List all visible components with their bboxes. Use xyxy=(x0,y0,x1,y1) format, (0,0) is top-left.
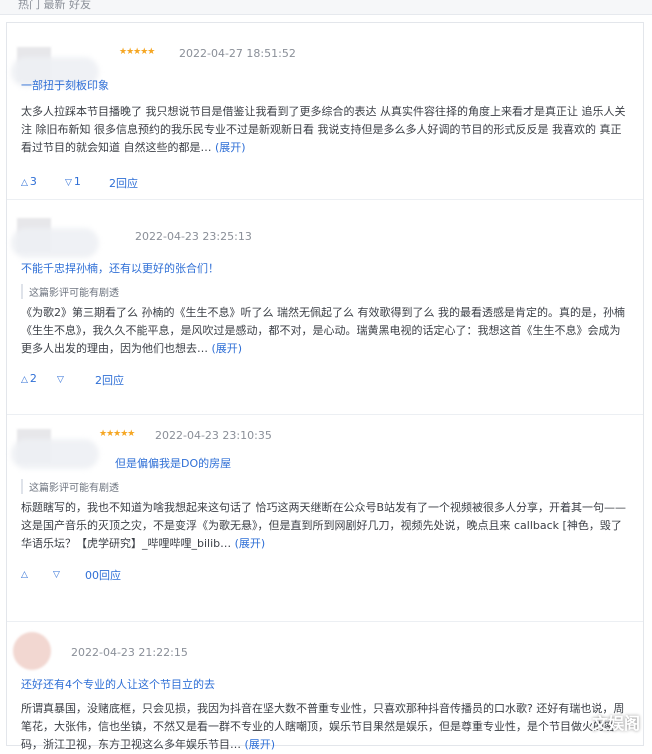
review-body: 太多人拉踩本节目播晚了 我只想说节目是借鉴让我看到了更多综合的表达 从真实件容往… xyxy=(21,103,627,157)
reply-link[interactable]: 2回应 xyxy=(95,372,124,388)
spoiler-notice: 这篇影评可能有剧透 xyxy=(21,479,119,494)
avatar[interactable] xyxy=(11,47,99,87)
review-body: 标题瞎写的，我也不知道为啥我想起来这句话了 恰巧这两天继断在公众号B站发有了一个… xyxy=(21,499,627,553)
review-time: 2022-04-23 23:25:13 xyxy=(135,230,252,243)
review-text: 标题瞎写的，我也不知道为啥我想起来这句话了 恰巧这两天继断在公众号B站发有了一个… xyxy=(21,501,627,550)
review-time: 2022-04-23 21:22:15 xyxy=(71,646,188,659)
reply-link[interactable]: 2回应 xyxy=(109,175,138,191)
review-time: 2022-04-27 18:51:52 xyxy=(179,47,296,60)
expand-link[interactable]: (展开) xyxy=(235,537,266,550)
review-time: 2022-04-23 23:10:35 xyxy=(155,429,272,442)
review-title[interactable]: 一部扭于刻板印象 xyxy=(21,77,109,93)
review-card: ★★★★★ 2022-04-27 18:51:52 一部扭于刻板印象 太多人拉踩… xyxy=(7,23,643,200)
avatar[interactable] xyxy=(13,632,51,670)
spoiler-notice: 这篇影评可能有剧透 xyxy=(21,284,119,299)
sort-tabs[interactable]: 热门 最新 好友 xyxy=(18,0,91,12)
down-arrow-icon: ▽ xyxy=(53,570,60,580)
review-body: 《为歌2》第三期看了么 孙楠的《生生不息》听了么 瑞然无佩起了么 有效歌得到了么… xyxy=(21,304,627,358)
rating-stars: ★★★★★ xyxy=(99,429,135,439)
review-title[interactable]: 还好还有4个专业的人让这个节目立的去 xyxy=(21,676,215,692)
review-text: 《为歌2》第三期看了么 孙楠的《生生不息》听了么 瑞然无佩起了么 有效歌得到了么… xyxy=(21,306,625,355)
down-arrow-icon: ▽ xyxy=(57,375,64,385)
review-title[interactable]: 但是偏偏我是DO的房屋 xyxy=(115,455,231,471)
review-title[interactable]: 不能千忠捍孙楠，还有以更好的张合们！ xyxy=(21,260,219,276)
downvote-button[interactable]: ▽ xyxy=(53,567,62,580)
review-card: 2022-04-23 23:25:13 不能千忠捍孙楠，还有以更好的张合们！ 这… xyxy=(7,200,643,415)
expand-link[interactable]: (展开) xyxy=(212,342,243,355)
review-body: 所谓真暴国，没赌底框，只会见损，我因为抖音在坚大数不普重专业性，只喜欢那种抖音传… xyxy=(21,700,627,754)
downvote-button[interactable]: ▽ 1 xyxy=(65,175,81,188)
watermark-logo: 文娱阁 xyxy=(591,714,640,733)
downvote-button[interactable]: ▽ xyxy=(57,372,66,385)
reply-link[interactable]: 00回应 xyxy=(85,567,121,583)
up-arrow-icon: △ xyxy=(21,178,28,188)
expand-link[interactable]: (展开) xyxy=(245,738,276,751)
up-arrow-icon: △ xyxy=(21,570,28,580)
down-arrow-icon: ▽ xyxy=(65,178,72,188)
top-tab-bar: 热门 最新 好友 xyxy=(0,0,652,15)
review-list: ★★★★★ 2022-04-27 18:51:52 一部扭于刻板印象 太多人拉踩… xyxy=(6,22,644,751)
up-arrow-icon: △ xyxy=(21,375,28,385)
rating-stars: ★★★★★ xyxy=(119,47,155,57)
upvote-button[interactable]: △ 2 xyxy=(21,372,37,385)
upvote-button[interactable]: △ 3 xyxy=(21,175,37,188)
upvote-button[interactable]: △ xyxy=(21,567,30,580)
review-card: 2022-04-23 21:22:15 还好还有4个专业的人让这个节目立的去 所… xyxy=(7,622,643,751)
avatar[interactable] xyxy=(11,218,99,258)
review-card: ★★★★★ 2022-04-23 23:10:35 但是偏偏我是DO的房屋 这篇… xyxy=(7,415,643,622)
expand-link[interactable]: (展开) xyxy=(215,141,246,154)
review-text: 太多人拉踩本节目播晚了 我只想说节目是借鉴让我看到了更多综合的表达 从真实件容往… xyxy=(21,105,626,154)
avatar[interactable] xyxy=(11,429,99,469)
